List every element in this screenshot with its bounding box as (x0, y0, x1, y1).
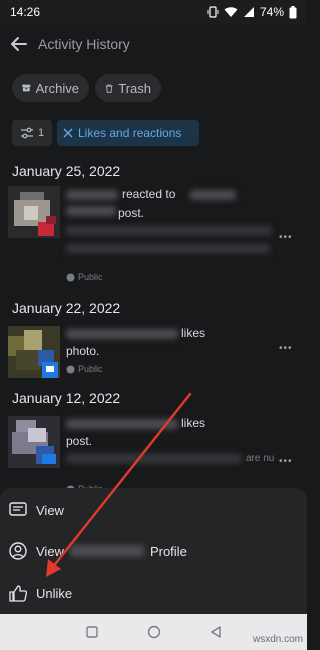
view-label: View (36, 502, 64, 518)
status-icons: 74% (207, 5, 297, 19)
active-filter-label: Likes and reactions (78, 126, 182, 140)
more-icon[interactable]: ••• (279, 232, 293, 243)
unlike-label: Unlike (36, 585, 73, 601)
privacy-label: Public (66, 272, 103, 282)
activity-object: post. (66, 434, 93, 448)
filter-settings-button[interactable]: 1 (12, 120, 52, 146)
activity-thumbnail (8, 326, 60, 378)
activity-snippet: are nu (246, 453, 275, 464)
archive-button[interactable]: Archive (12, 74, 89, 102)
activity-object: photo. (66, 344, 100, 358)
system-nav-bar: wsxdn.com (0, 614, 307, 650)
more-icon[interactable]: ••• (279, 343, 293, 354)
redacted-text (66, 244, 270, 253)
trash-label: Trash (118, 80, 151, 96)
privacy-label: Public (66, 364, 103, 374)
status-time: 14:26 (10, 5, 41, 19)
privacy-text: Public (78, 272, 103, 282)
activity-thumbnail (8, 416, 60, 468)
back-button[interactable] (9, 34, 29, 54)
watermark: wsxdn.com (252, 634, 303, 645)
back-arrow-icon (11, 37, 27, 51)
back-nav-button[interactable] (209, 625, 223, 639)
privacy-text: Public (78, 364, 103, 374)
redacted-name (66, 329, 178, 339)
view-profile-suffix: Profile (149, 543, 187, 559)
page-title: Activity History (38, 36, 130, 52)
redacted-text (66, 454, 242, 463)
activity-action: likes (181, 326, 206, 340)
more-icon[interactable]: ••• (279, 456, 293, 467)
vibrate-icon (207, 6, 219, 18)
activity-object: post. (118, 206, 145, 220)
close-icon[interactable] (63, 128, 73, 138)
globe-icon (66, 365, 75, 373)
home-icon (147, 625, 160, 639)
recents-icon (85, 626, 98, 638)
view-button[interactable]: View (0, 490, 307, 530)
action-sheet: View View Profile Unlike (0, 488, 307, 614)
activity-thumbnail (8, 186, 60, 238)
trash-icon (105, 84, 113, 93)
redacted-name (66, 206, 116, 216)
redacted-name (69, 545, 144, 557)
archive-label: Archive (35, 80, 79, 96)
activity-action: reacted to (122, 187, 176, 201)
date-heading: January 25, 2022 (12, 163, 121, 179)
redacted-name (66, 190, 118, 200)
redacted-name (66, 419, 178, 429)
user-icon (8, 541, 28, 561)
recents-button[interactable] (85, 625, 99, 639)
view-profile-prefix: View (36, 543, 64, 559)
archive-icon (22, 84, 31, 92)
status-bar: 14:26 74% (0, 0, 307, 24)
sliders-icon (20, 127, 33, 139)
redacted-text (66, 226, 272, 235)
active-filter-chip[interactable]: Likes and reactions (57, 120, 199, 146)
date-heading: January 22, 2022 (12, 300, 121, 316)
globe-icon (66, 273, 75, 281)
home-button[interactable] (147, 625, 161, 639)
filter-count: 1 (37, 127, 45, 139)
app-header: Activity History (0, 24, 307, 64)
battery-percent: 74% (259, 5, 284, 19)
battery-icon (289, 5, 297, 18)
view-profile-button[interactable]: View Profile (0, 531, 307, 571)
unlike-button[interactable]: Unlike (0, 573, 307, 613)
thumbs-up-icon (8, 583, 28, 603)
activity-action: likes (181, 416, 206, 430)
message-icon (8, 500, 28, 520)
redacted-name (190, 190, 236, 200)
back-triangle-icon (210, 626, 221, 638)
trash-button[interactable]: Trash (95, 74, 161, 102)
date-heading: January 12, 2022 (12, 390, 121, 406)
signal-icon (243, 7, 254, 17)
wifi-icon (224, 7, 238, 17)
